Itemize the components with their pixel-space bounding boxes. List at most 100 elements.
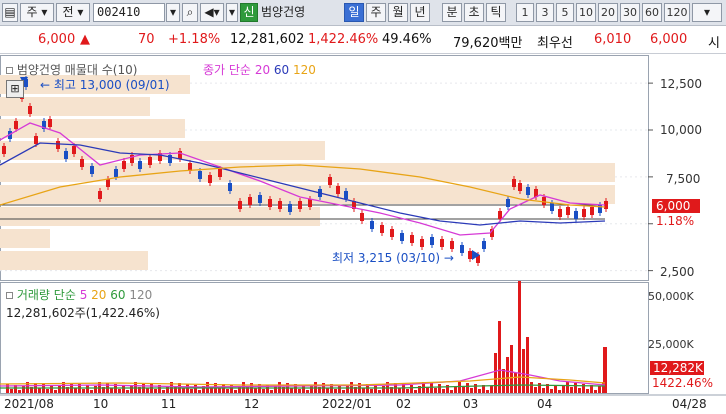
candle-body (288, 204, 292, 212)
candle-body (228, 183, 232, 191)
low-label: 최저 3,215 (03/10) (332, 251, 441, 265)
x-tick: 2021/08 (4, 397, 54, 411)
candle-body (258, 195, 262, 203)
candle-body (526, 187, 530, 195)
volume-bar (58, 386, 61, 393)
code-dropdown-icon[interactable]: ▾ (166, 3, 180, 22)
stock-chart[interactable]: 범양건영 매물대 수(10) 종가 단순 20 60 120 ⊞ ← 최고 13… (0, 55, 726, 414)
volume-bar (450, 390, 453, 393)
volume-bar (542, 388, 545, 393)
dropdown-icon[interactable]: ▾ (226, 3, 238, 22)
volume-bar (198, 390, 201, 393)
period-month[interactable]: 월 (388, 3, 408, 22)
candle-body (106, 179, 110, 187)
candle-body (512, 179, 516, 187)
candle-body (558, 209, 562, 217)
volume-bar (38, 388, 41, 393)
volume-bar (558, 390, 561, 393)
volume-profile-bar (0, 185, 615, 204)
volume-bar (470, 388, 473, 393)
volume-bar (374, 385, 377, 393)
volume-tick: 50,000K (648, 290, 694, 303)
candle-body (268, 199, 272, 207)
volume-profile-bar (0, 207, 320, 226)
volume-ma-label: 단순 (53, 288, 76, 302)
volume-bar (382, 386, 385, 393)
volume-bar (458, 382, 461, 393)
minute-3[interactable]: 3 (536, 3, 554, 22)
minute-10[interactable]: 10 (576, 3, 596, 22)
volume-bar (522, 349, 525, 393)
chart-toolbar: ▤ 주 ▾ 전 ▾ 002410 ▾ ⌕ ◀▾ ▾ 신 범양건영 일 주 월 년… (0, 0, 726, 26)
more-button[interactable]: ▾ (692, 3, 722, 22)
chart-type-icon[interactable]: ▤ (2, 3, 18, 22)
market-cap: 79,620백만 (453, 36, 523, 51)
volume-ma-5: 5 (79, 288, 88, 302)
range-dropdown[interactable]: 전 ▾ (56, 3, 90, 22)
volume-bar (10, 389, 13, 393)
period-day[interactable]: 일 (344, 3, 364, 22)
candle-body (90, 166, 94, 174)
minute-60[interactable]: 60 (642, 3, 662, 22)
period-year[interactable]: 년 (410, 3, 430, 22)
price-legend-name: 범양건영 매물대 수(10) (16, 63, 138, 77)
volume-bar (182, 388, 185, 393)
candle-body (430, 237, 434, 245)
volume-bar (22, 386, 25, 393)
volume-bar (194, 385, 197, 393)
volume: 12,281,602 (230, 32, 305, 47)
volume-bar (46, 389, 49, 393)
volume-bar (562, 386, 565, 393)
quote-tail: 시 (708, 36, 720, 51)
speaker-icon[interactable]: ◀▾ (200, 3, 224, 22)
volume-bar (310, 386, 313, 393)
candle-body (420, 239, 424, 247)
stock-code-input[interactable]: 002410 (93, 3, 165, 22)
candle-body (542, 197, 546, 205)
candle-body (298, 201, 302, 209)
best-ask-label: 최우선 (537, 36, 573, 51)
period-tick[interactable]: 틱 (486, 3, 506, 22)
grid-icon[interactable]: ⊞ (6, 80, 24, 98)
volume-bar (462, 387, 465, 393)
minute-20[interactable]: 20 (598, 3, 618, 22)
range-dropdown-label: 전 (62, 5, 74, 19)
candle-body (98, 191, 102, 199)
ma-legend: 종가 단순 20 60 120 (203, 61, 316, 78)
low-marker: 최저 3,215 (03/10) → (332, 251, 454, 265)
volume-bar (598, 386, 601, 393)
candle-body (566, 207, 570, 215)
volume-profile-bar (0, 119, 185, 138)
chart-canvas[interactable] (0, 55, 726, 414)
volume-value: 12,281,602주(1,422.46%) (6, 306, 160, 320)
search-icon[interactable]: ⌕ (182, 3, 198, 22)
candle-body (574, 211, 578, 219)
period-week[interactable]: 주 (366, 3, 386, 22)
period-minute[interactable]: 분 (442, 3, 462, 22)
candle-body (590, 207, 594, 215)
minute-1[interactable]: 1 (516, 3, 534, 22)
candle-body (218, 169, 222, 177)
candle-body (72, 146, 76, 154)
x-tick: 11 (161, 397, 177, 411)
volume-bar (414, 390, 417, 393)
market-dropdown[interactable]: 주 ▾ (20, 3, 54, 22)
minute-120[interactable]: 120 (664, 3, 690, 22)
price-tick: 12,500 (660, 77, 702, 91)
volume-bar (494, 353, 497, 393)
candle-body (114, 169, 118, 177)
candle-body (460, 245, 464, 253)
period-second[interactable]: 초 (464, 3, 484, 22)
volume-bar (94, 386, 97, 393)
ma-legend-20: 20 (254, 63, 271, 77)
x-tick: 03 (463, 397, 479, 411)
minute-5[interactable]: 5 (556, 3, 574, 22)
legend-square-icon (6, 67, 13, 74)
candle-body (56, 141, 60, 149)
volume-bar (306, 390, 309, 393)
volume-bar (502, 369, 505, 393)
volume-bar (346, 386, 349, 393)
volume-bar (378, 390, 381, 393)
minute-30[interactable]: 30 (620, 3, 640, 22)
volume-rate-tag: 1422.46% (652, 376, 714, 390)
